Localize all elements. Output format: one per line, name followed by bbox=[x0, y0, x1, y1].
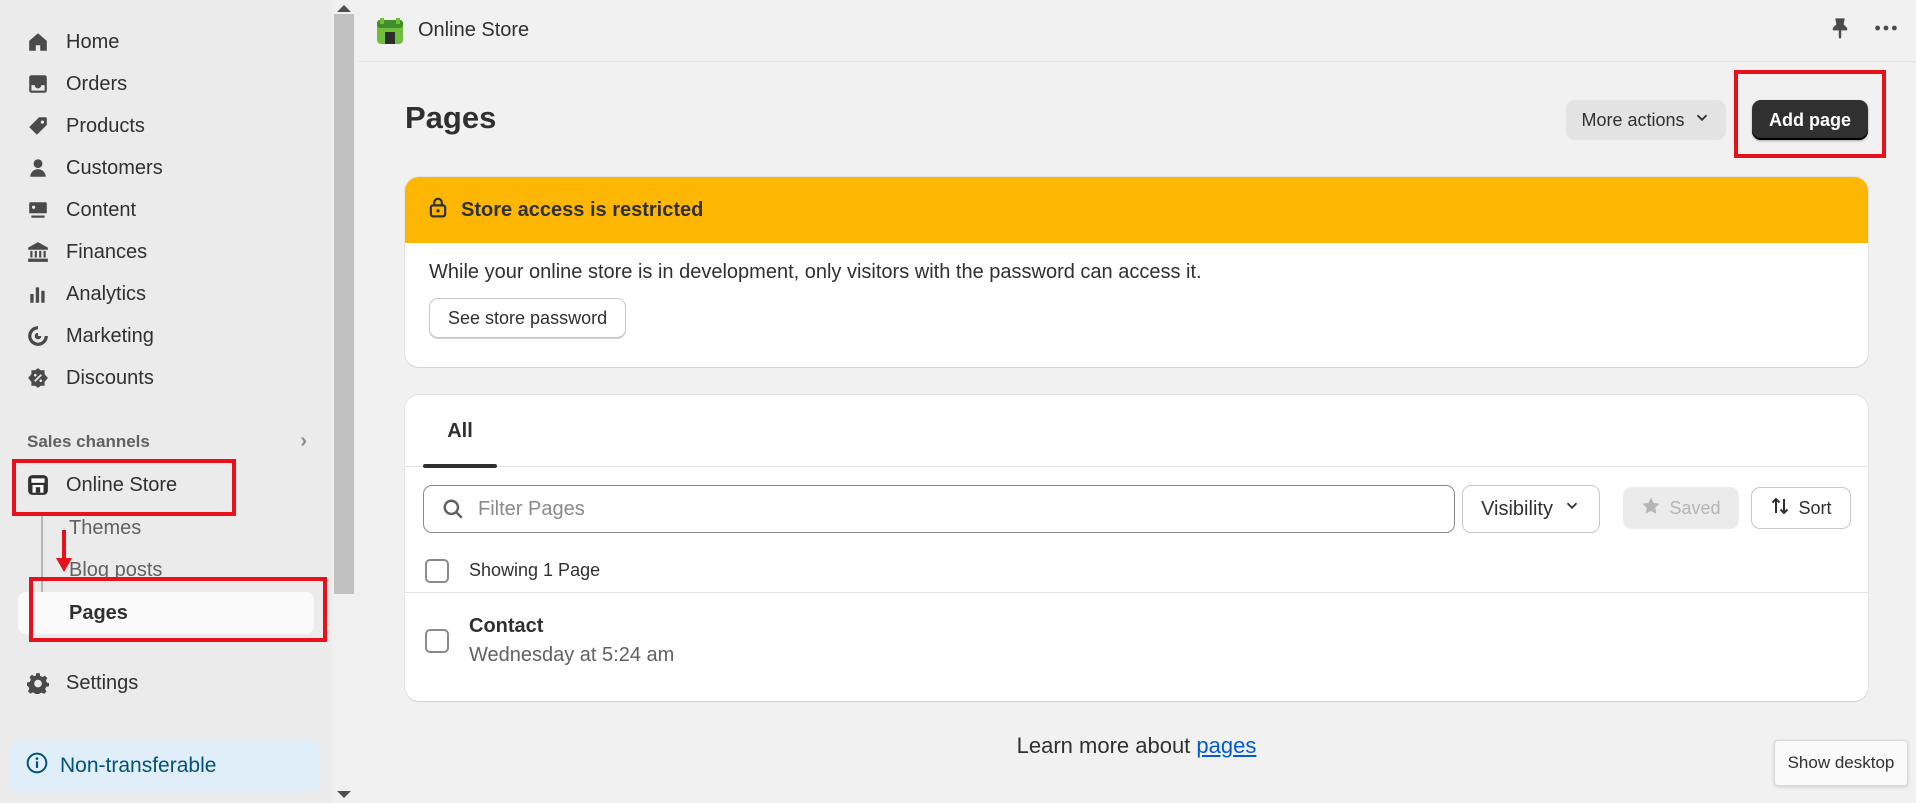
discount-icon bbox=[26, 366, 50, 390]
topbar: Online Store bbox=[358, 0, 1916, 62]
scroll-down-arrow-icon[interactable] bbox=[337, 791, 351, 798]
sidebar-item-label: Customers bbox=[66, 156, 163, 179]
learn-more-text: Learn more about bbox=[1016, 733, 1191, 758]
search-icon bbox=[443, 499, 463, 519]
bank-icon bbox=[26, 240, 50, 264]
see-store-password-button[interactable]: See store password bbox=[429, 298, 627, 338]
banner-title: Store access is restricted bbox=[461, 198, 704, 221]
filter-pages-input[interactable]: Filter Pages bbox=[423, 485, 1455, 533]
image-icon bbox=[26, 198, 50, 222]
sidebar-item-label: Discounts bbox=[66, 366, 154, 389]
select-all-checkbox[interactable] bbox=[425, 558, 449, 583]
person-icon bbox=[26, 156, 50, 180]
scroll-up-arrow-icon[interactable] bbox=[337, 5, 351, 12]
star-icon bbox=[1641, 496, 1661, 521]
gear-icon bbox=[26, 671, 50, 695]
page-name[interactable]: Contact bbox=[469, 615, 674, 638]
sales-channels-label: Sales channels bbox=[27, 431, 150, 451]
sidebar-item-label: Orders bbox=[66, 72, 128, 95]
store-access-banner: Store access is restricted While your on… bbox=[405, 177, 1868, 367]
sort-icon bbox=[1770, 496, 1790, 521]
banner-header: Store access is restricted bbox=[405, 177, 1868, 243]
topbar-title: Online Store bbox=[418, 19, 530, 41]
home-icon bbox=[26, 30, 50, 54]
non-transferable-label: Non-transferable bbox=[60, 754, 217, 777]
chevron-down-icon bbox=[1563, 497, 1581, 521]
sidebar-scrollbar[interactable] bbox=[332, 0, 358, 803]
add-page-button[interactable]: Add page bbox=[1752, 100, 1868, 140]
non-transferable-badge[interactable]: Non-transferable bbox=[10, 740, 320, 792]
page-row-content: Contact Wednesday at 5:24 am bbox=[469, 615, 674, 667]
bar-chart-icon bbox=[26, 282, 50, 306]
sidebar-subitem-blog-posts[interactable]: Blog posts bbox=[69, 554, 162, 586]
showing-count: Showing 1 Page bbox=[469, 560, 601, 580]
chevron-right-icon: › bbox=[300, 430, 307, 452]
filter-row: Filter Pages Visibility Saved Sort bbox=[405, 467, 1868, 549]
show-desktop-button[interactable]: Show desktop bbox=[1774, 740, 1908, 786]
sidebar-item-online-store[interactable]: Online Store bbox=[26, 467, 306, 503]
inbox-icon bbox=[26, 72, 50, 96]
more-actions-label: More actions bbox=[1581, 109, 1685, 130]
saved-label: Saved bbox=[1669, 497, 1721, 518]
sidebar-item-orders[interactable]: Orders bbox=[26, 66, 306, 102]
sidebar: Home Orders Products Customers Content F… bbox=[0, 0, 332, 803]
more-actions-button[interactable]: More actions bbox=[1566, 100, 1726, 140]
online-store-logo-icon bbox=[377, 17, 403, 44]
sidebar-item-label: Settings bbox=[66, 671, 139, 694]
sidebar-item-discounts[interactable]: Discounts bbox=[26, 360, 306, 396]
tab-bar: All bbox=[405, 395, 1868, 468]
sidebar-item-customers[interactable]: Customers bbox=[26, 150, 306, 186]
annotation-arrow-head bbox=[56, 558, 72, 572]
sidebar-item-label: Finances bbox=[66, 240, 148, 263]
sidebar-item-home[interactable]: Home bbox=[26, 24, 306, 60]
tab-all[interactable]: All bbox=[423, 395, 497, 468]
sidebar-item-label: Online Store bbox=[66, 473, 178, 496]
sales-channels-header[interactable]: Sales channels › bbox=[27, 430, 307, 453]
sidebar-item-marketing[interactable]: Marketing bbox=[26, 318, 306, 354]
sidebar-subitem-pages[interactable]: Pages bbox=[18, 592, 314, 634]
scrollbar-thumb[interactable] bbox=[334, 14, 354, 594]
sidebar-item-finances[interactable]: Finances bbox=[26, 234, 306, 270]
sidebar-item-label: Products bbox=[66, 114, 145, 137]
sidebar-subitem-themes[interactable]: Themes bbox=[69, 512, 141, 544]
visibility-label: Visibility bbox=[1481, 497, 1553, 520]
learn-more-footer: Learn more about pages bbox=[405, 733, 1868, 759]
table-row[interactable]: Contact Wednesday at 5:24 am bbox=[405, 593, 1868, 689]
sort-label: Sort bbox=[1798, 497, 1832, 518]
select-all-row: Showing 1 Page bbox=[405, 549, 1868, 593]
sidebar-item-label: Analytics bbox=[66, 282, 147, 305]
sidebar-item-label: Marketing bbox=[66, 324, 154, 347]
page-title: Pages bbox=[405, 100, 497, 135]
sidebar-item-label: Content bbox=[66, 198, 137, 221]
sidebar-item-label: Home bbox=[66, 30, 120, 53]
info-icon bbox=[26, 752, 48, 780]
sidebar-item-products[interactable]: Products bbox=[26, 108, 306, 144]
visibility-filter-button[interactable]: Visibility bbox=[1462, 485, 1600, 533]
store-icon bbox=[26, 473, 50, 497]
search-placeholder: Filter Pages bbox=[478, 497, 585, 520]
sidebar-item-settings[interactable]: Settings bbox=[26, 665, 306, 701]
banner-text: While your online store is in developmen… bbox=[429, 261, 1202, 283]
lock-icon bbox=[427, 196, 449, 224]
banner-body: While your online store is in developmen… bbox=[405, 243, 1868, 356]
sort-button[interactable]: Sort bbox=[1751, 487, 1851, 529]
more-options-icon[interactable] bbox=[1874, 16, 1898, 45]
pages-list-card: All Filter Pages Visibility Saved Sort S… bbox=[405, 395, 1868, 701]
page-date: Wednesday at 5:24 am bbox=[469, 644, 675, 666]
chevron-down-icon bbox=[1693, 109, 1711, 132]
sidebar-item-analytics[interactable]: Analytics bbox=[26, 276, 306, 312]
pin-icon[interactable] bbox=[1828, 16, 1852, 45]
topbar-actions bbox=[1828, 16, 1898, 45]
sidebar-item-content[interactable]: Content bbox=[26, 192, 306, 228]
saved-button[interactable]: Saved bbox=[1623, 487, 1739, 529]
pages-help-link[interactable]: pages bbox=[1196, 733, 1256, 758]
target-icon bbox=[26, 324, 50, 348]
tag-icon bbox=[26, 114, 50, 138]
row-checkbox[interactable] bbox=[425, 629, 449, 653]
